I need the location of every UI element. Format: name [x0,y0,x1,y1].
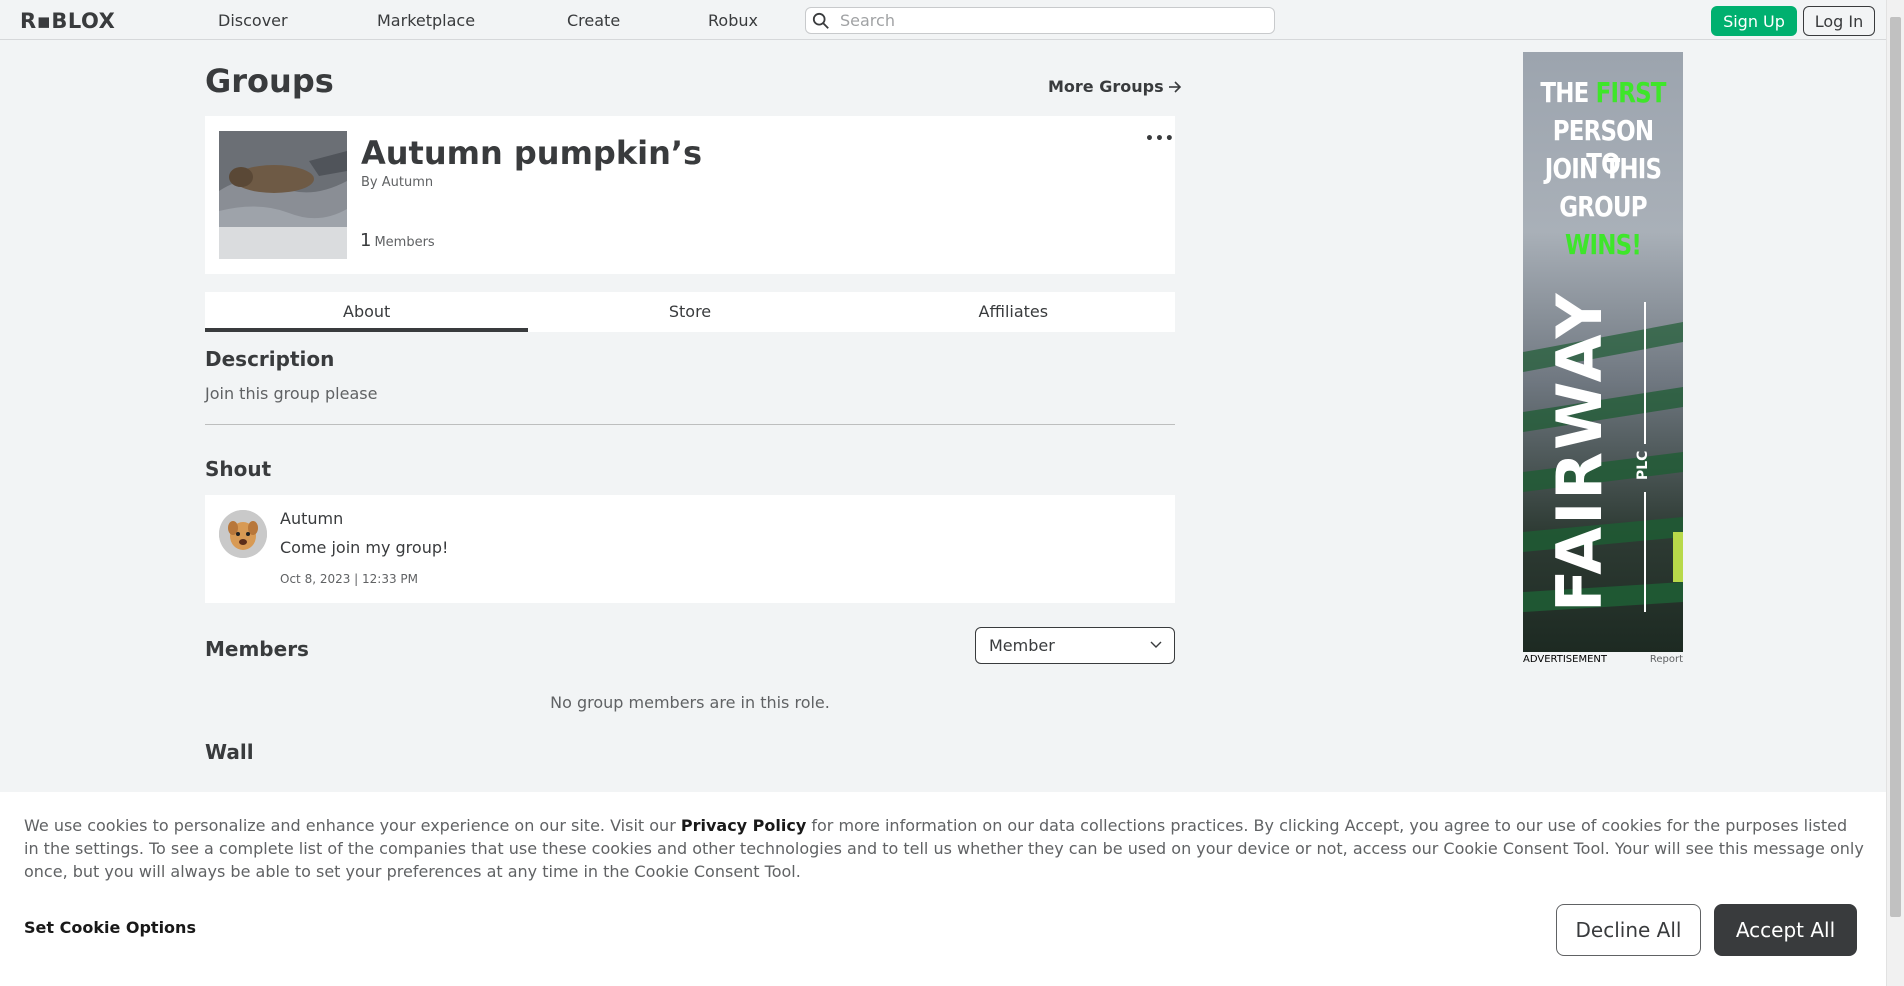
members-heading: Members [205,637,309,661]
nav-marketplace[interactable]: Marketplace [377,11,475,30]
group-emblem-image [219,131,347,259]
member-count-label: Members [374,235,435,250]
group-name: Autumn pumpkin’s [361,134,703,172]
ad-label: ADVERTISEMENT [1523,654,1608,665]
more-groups-link[interactable]: More Groups [1048,77,1182,96]
log-in-button[interactable]: Log In [1803,6,1875,36]
tab-store[interactable]: Store [528,292,851,332]
ad-divider-top [1644,302,1646,444]
tab-affiliates[interactable]: Affiliates [852,292,1175,332]
cookie-consent-banner: We use cookies to personalize and enhanc… [0,792,1886,986]
member-count-value: 1 [360,230,372,251]
shout-heading: Shout [205,457,272,481]
ad-headline-line-1: THE FIRST [1537,76,1668,109]
ad-headline-first: FIRST [1595,76,1667,109]
decline-all-button[interactable]: Decline All [1556,904,1701,956]
group-tabs: About Store Affiliates [205,292,1175,332]
scrollbar-thumb[interactable] [1890,17,1901,917]
shout-author-name[interactable]: Autumn [280,509,343,528]
nav-robux[interactable]: Robux [708,11,758,30]
avatar-image [219,510,267,558]
privacy-policy-link[interactable]: Privacy Policy [681,816,806,835]
ad-report-link[interactable]: Report [1650,654,1683,665]
more-groups-label: More Groups [1048,77,1164,96]
chevron-down-icon [1150,641,1162,648]
ad-headline-line-3: JOIN THIS [1544,152,1662,185]
by-prefix: By [361,175,378,190]
shout-author-avatar[interactable] [219,510,267,558]
ad-headline-line-5: WINS! [1564,228,1642,261]
group-owner-link[interactable]: Autumn [382,175,433,190]
ad-headline-line-4: GROUP [1559,190,1647,223]
more-options-icon[interactable]: ••• [1145,131,1175,147]
page-title: Groups [205,62,334,100]
member-count: 1 Members [360,230,435,251]
ad-footer: ADVERTISEMENT Report [1523,654,1683,665]
shout-card: Autumn Come join my group! Oct 8, 2023 |… [205,495,1175,603]
ad-divider-bottom [1644,492,1646,612]
nav-create[interactable]: Create [567,11,620,30]
search-box [805,7,1275,34]
role-dropdown[interactable]: Member [975,627,1175,664]
cookie-text-part-1: We use cookies to personalize and enhanc… [24,816,681,835]
group-emblem [219,131,347,259]
ad-brand-name: FAIRWAY [1543,291,1616,612]
group-header-card: Autumn pumpkin’s By Autumn 1 Members ••• [205,116,1175,274]
wall-heading: Wall [205,740,254,764]
page-scrollbar[interactable] [1886,0,1904,986]
top-navigation-bar: R▪BLOX Discover Marketplace Create Robux… [0,0,1886,40]
cookie-consent-text: We use cookies to personalize and enhanc… [24,814,1864,883]
arrow-right-icon [1168,80,1181,93]
ad-brand-suffix: PLC [1635,450,1651,480]
description-text: Join this group please [205,384,378,403]
advertisement-banner[interactable]: THE FIRST PERSON TO JOIN THIS GROUP WINS… [1523,52,1683,652]
sign-up-button[interactable]: Sign Up [1711,6,1797,36]
shout-timestamp: Oct 8, 2023 | 12:33 PM [280,572,419,586]
nav-discover[interactable]: Discover [218,11,288,30]
role-dropdown-value: Member [989,636,1055,655]
description-heading: Description [205,347,335,371]
search-icon[interactable] [812,12,830,30]
set-cookie-options-link[interactable]: Set Cookie Options [24,918,196,937]
shout-message: Come join my group! [280,538,449,557]
roblox-logo[interactable]: R▪BLOX [20,9,115,33]
search-input[interactable] [840,11,1260,30]
members-empty-message: No group members are in this role. [550,693,830,712]
ad-headline-the: THE [1540,76,1596,109]
group-owner-line: By Autumn [361,175,433,190]
tab-about[interactable]: About [205,292,529,332]
accept-all-button[interactable]: Accept All [1714,904,1857,956]
section-divider [205,424,1175,425]
